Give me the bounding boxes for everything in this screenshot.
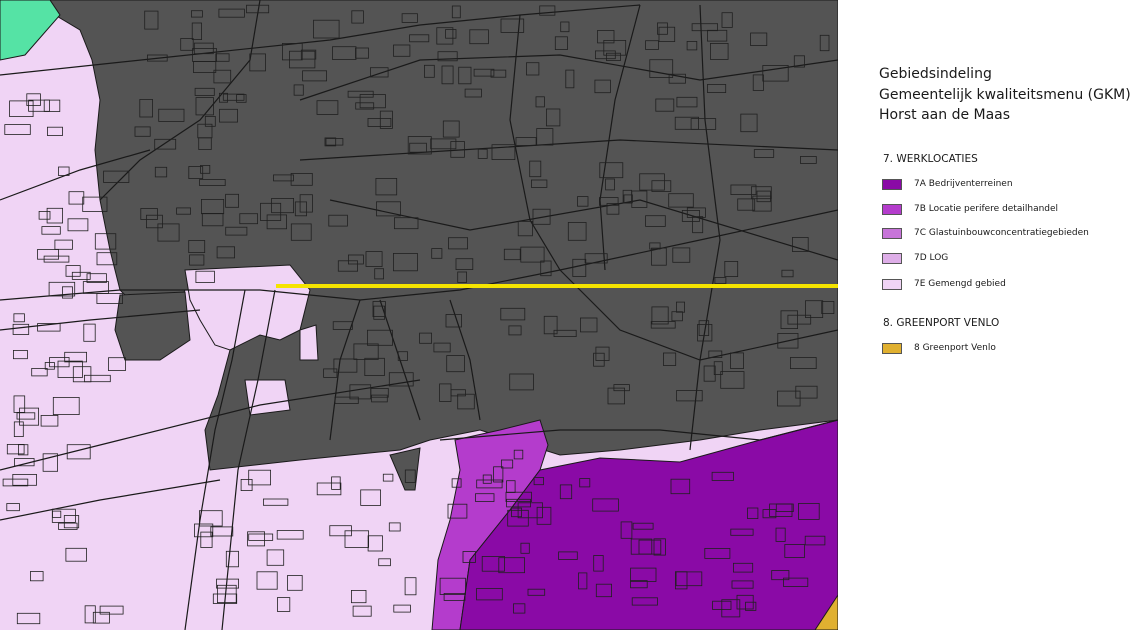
legend-title-line: Horst aan de Maas: [879, 107, 1011, 123]
legend-item-label: 8 Greenport Venlo: [914, 343, 996, 353]
legend-swatch: [882, 178, 902, 190]
mixed-area-patch: [299, 324, 319, 361]
legend-item: 7E Gemengd gebied: [882, 277, 1006, 291]
legend-item: 7B Locatie perifere detailhandel: [882, 202, 1058, 216]
legend-title-line: Gebiedsindeling: [879, 66, 992, 82]
map-view[interactable]: [0, 0, 838, 630]
legend-item-label: 7A Bedrijventerreinen: [914, 179, 1013, 189]
legend-item-label: 7E Gemengd gebied: [914, 279, 1006, 289]
legend-title-line: Gemeentelijk kwaliteitsmenu (GKM): [879, 87, 1131, 103]
legend-item: 8 Greenport Venlo: [882, 341, 996, 355]
legend-section-heading: 7. WERKLOCATIES: [883, 153, 978, 165]
legend-swatch: [882, 203, 902, 215]
legend-swatch: [882, 342, 902, 354]
legend-item: 7A Bedrijventerreinen: [882, 177, 1013, 191]
legend-swatch: [882, 227, 902, 239]
legend-section-heading: 8. GREENPORT VENLO: [883, 317, 1000, 329]
legend-swatch: [882, 252, 902, 264]
legend-swatch: [882, 278, 902, 290]
legend-item-label: 7B Locatie perifere detailhandel: [914, 204, 1059, 214]
legend-item-label: 7D LOG: [914, 253, 949, 263]
legend-item: 7D LOG: [882, 251, 948, 265]
legend-item-label: 7C Glastuinbouwconcentratiegebieden: [914, 228, 1089, 238]
map-canvas[interactable]: [0, 0, 838, 630]
map-legend: Gebiedsindeling Gemeentelijk kwaliteitsm…: [838, 0, 1141, 630]
legend-item: 7C Glastuinbouwconcentratiegebieden: [882, 226, 1089, 240]
